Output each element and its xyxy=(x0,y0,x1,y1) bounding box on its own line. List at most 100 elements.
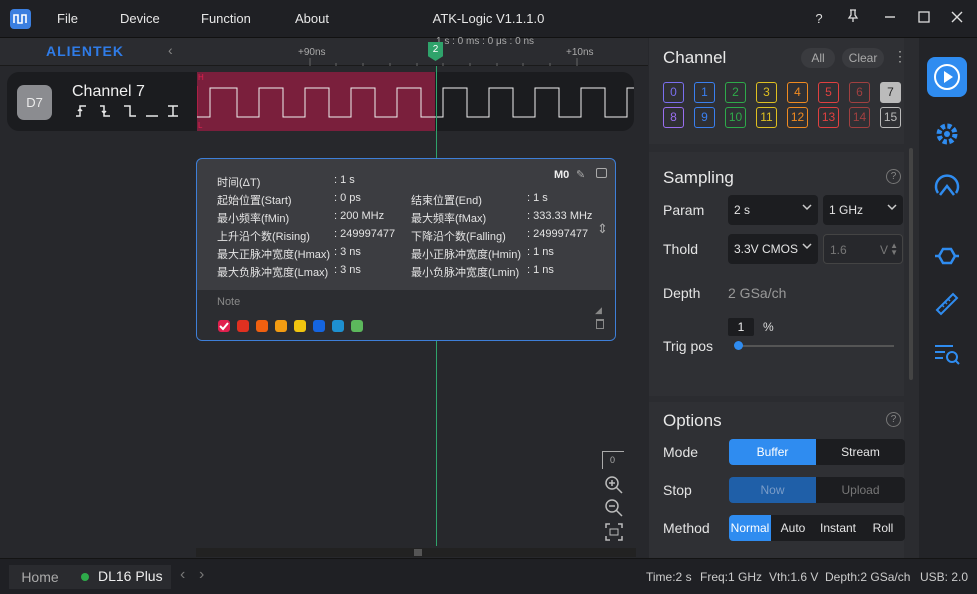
trigger-icon[interactable] xyxy=(927,165,967,205)
collapse-left-icon[interactable]: ‹ xyxy=(168,42,173,58)
channel-toggle-14[interactable]: 14 xyxy=(849,107,870,128)
color-swatch[interactable] xyxy=(294,320,306,332)
resize-icon[interactable]: ◢ xyxy=(595,305,602,316)
channel-toggle-15[interactable]: 15 xyxy=(880,107,901,128)
channel-toggle-6[interactable]: 6 xyxy=(849,82,870,103)
more-icon[interactable]: ⋮ xyxy=(893,48,907,65)
maximize-button[interactable] xyxy=(913,8,935,30)
menu-function[interactable]: Function xyxy=(201,11,251,26)
slider-handle[interactable] xyxy=(733,341,743,350)
ruler-tick-label: +90ns xyxy=(298,47,326,58)
measure-value: : 1 s xyxy=(334,174,355,186)
pin-icon[interactable]: ✎ xyxy=(576,168,585,181)
spin-icon[interactable]: ▲ ▼ xyxy=(890,242,898,257)
measure-value: : 249997477 xyxy=(527,228,589,240)
menu-file[interactable]: File xyxy=(57,11,78,26)
channel-toggle-3[interactable]: 3 xyxy=(756,82,777,103)
measurement-popup[interactable]: M0 ✎ ⇕ 时间(ΔT): 1 s 起始位置(Start): 0 ps 结束位置(… xyxy=(196,158,616,341)
stop-upload-button[interactable]: Upload xyxy=(816,477,905,503)
measure-value: : 0 ps xyxy=(334,192,361,204)
color-swatch[interactable] xyxy=(256,320,268,332)
help-icon[interactable]: ? xyxy=(886,169,901,184)
measure-value: : 3 ns xyxy=(334,264,361,276)
run-button[interactable] xyxy=(927,57,967,97)
threshold-select[interactable]: 3.3V CMOS xyxy=(728,234,818,264)
decoder-icon[interactable] xyxy=(927,236,967,276)
mode-stream-button[interactable]: Stream xyxy=(816,439,905,465)
close-button[interactable] xyxy=(946,8,968,30)
method-normal-button[interactable]: Normal xyxy=(729,515,771,541)
copy-icon[interactable] xyxy=(596,168,607,178)
select-all-button[interactable]: All xyxy=(801,48,835,68)
time-select[interactable]: 2 s xyxy=(728,195,818,225)
color-swatch[interactable] xyxy=(313,320,325,332)
color-swatch-selected[interactable] xyxy=(218,320,230,332)
measure-value: : 3 ns xyxy=(334,246,361,258)
channel-toggle-5[interactable]: 5 xyxy=(818,82,839,103)
channel-name[interactable]: Channel 7 xyxy=(72,83,145,101)
zoom-in-icon[interactable] xyxy=(604,475,624,495)
time-ruler[interactable]: ALIENTEK ‹ +90ns +10ns 1 s : 0 ms : 0 μs… xyxy=(0,36,648,66)
param-label: Param xyxy=(663,202,705,218)
fit-screen-icon[interactable] xyxy=(604,522,624,542)
voltage-input[interactable]: 1.6 V ▲ ▼ xyxy=(823,234,903,264)
channel-toggle-12[interactable]: 12 xyxy=(787,107,808,128)
color-swatch[interactable] xyxy=(332,320,344,332)
channel-toggle-11[interactable]: 11 xyxy=(756,107,777,128)
zoom-out-icon[interactable] xyxy=(604,498,624,518)
brand-logo: ALIENTEK xyxy=(46,43,124,59)
measure-label: 最大正脉冲宽度(Hmax) xyxy=(217,249,331,261)
channel-toggle-2[interactable]: 2 xyxy=(725,82,746,103)
channel-toggle-8[interactable]: 8 xyxy=(663,107,684,128)
search-list-icon[interactable] xyxy=(927,334,967,374)
rate-select[interactable]: 1 GHz xyxy=(823,195,903,225)
pin-icon[interactable] xyxy=(842,8,864,30)
prev-tab-icon[interactable]: ‹ xyxy=(180,566,185,584)
trig-pos-input[interactable]: 1 xyxy=(728,318,754,336)
help-button[interactable]: ? xyxy=(808,8,830,30)
trigger-type-icons[interactable] xyxy=(74,104,182,118)
color-swatch[interactable] xyxy=(275,320,287,332)
measure-value: : 1 ns xyxy=(527,246,554,258)
settings-gear-icon[interactable] xyxy=(927,114,967,154)
channel-badge[interactable]: D7 xyxy=(17,85,52,120)
channel-toggle-4[interactable]: 4 xyxy=(787,82,808,103)
note-area xyxy=(197,290,615,340)
color-swatch[interactable] xyxy=(351,320,363,332)
panel-scrollbar[interactable] xyxy=(909,148,913,380)
measure-value: : 249997477 xyxy=(334,228,396,240)
measure-label: 起始位置(Start) xyxy=(217,195,292,207)
method-instant-button[interactable]: Instant xyxy=(815,515,861,541)
minimize-button[interactable] xyxy=(879,8,901,30)
chevron-down-icon xyxy=(802,201,812,215)
time-value: 2 s xyxy=(734,203,751,217)
method-roll-button[interactable]: Roll xyxy=(861,515,905,541)
home-tab[interactable]: Home xyxy=(9,565,71,589)
measure-value: : 200 MHz xyxy=(334,210,385,222)
stop-now-button[interactable]: Now xyxy=(729,477,816,503)
channel-toggle-13[interactable]: 13 xyxy=(818,107,839,128)
note-input[interactable]: Note xyxy=(217,296,240,308)
color-swatch[interactable] xyxy=(237,320,249,332)
ruler-tick-label: +10ns xyxy=(566,47,594,58)
collapse-icon[interactable]: ⇕ xyxy=(597,221,608,237)
trig-pos-slider[interactable] xyxy=(733,341,894,350)
scrollbar-thumb[interactable] xyxy=(414,549,422,556)
channel-toggle-10[interactable]: 10 xyxy=(725,107,746,128)
horizontal-scrollbar[interactable] xyxy=(196,548,636,557)
channel-toggle-1[interactable]: 1 xyxy=(694,82,715,103)
ruler-measure-icon[interactable] xyxy=(927,284,967,324)
menu-device[interactable]: Device xyxy=(120,11,160,26)
delete-icon[interactable] xyxy=(596,319,604,329)
clear-button[interactable]: Clear xyxy=(842,48,884,68)
menu-about[interactable]: About xyxy=(295,11,329,26)
method-auto-button[interactable]: Auto xyxy=(771,515,815,541)
channel-toggle-0[interactable]: 0 xyxy=(663,82,684,103)
channel-toggle-9[interactable]: 9 xyxy=(694,107,715,128)
channel-row[interactable] xyxy=(7,72,634,131)
zoom-reset-icon[interactable]: 0 xyxy=(602,451,624,469)
mode-buffer-button[interactable]: Buffer xyxy=(729,439,816,465)
channel-toggle-7[interactable]: 7 xyxy=(880,82,901,103)
next-tab-icon[interactable]: › xyxy=(199,566,204,584)
help-icon[interactable]: ? xyxy=(886,412,901,427)
